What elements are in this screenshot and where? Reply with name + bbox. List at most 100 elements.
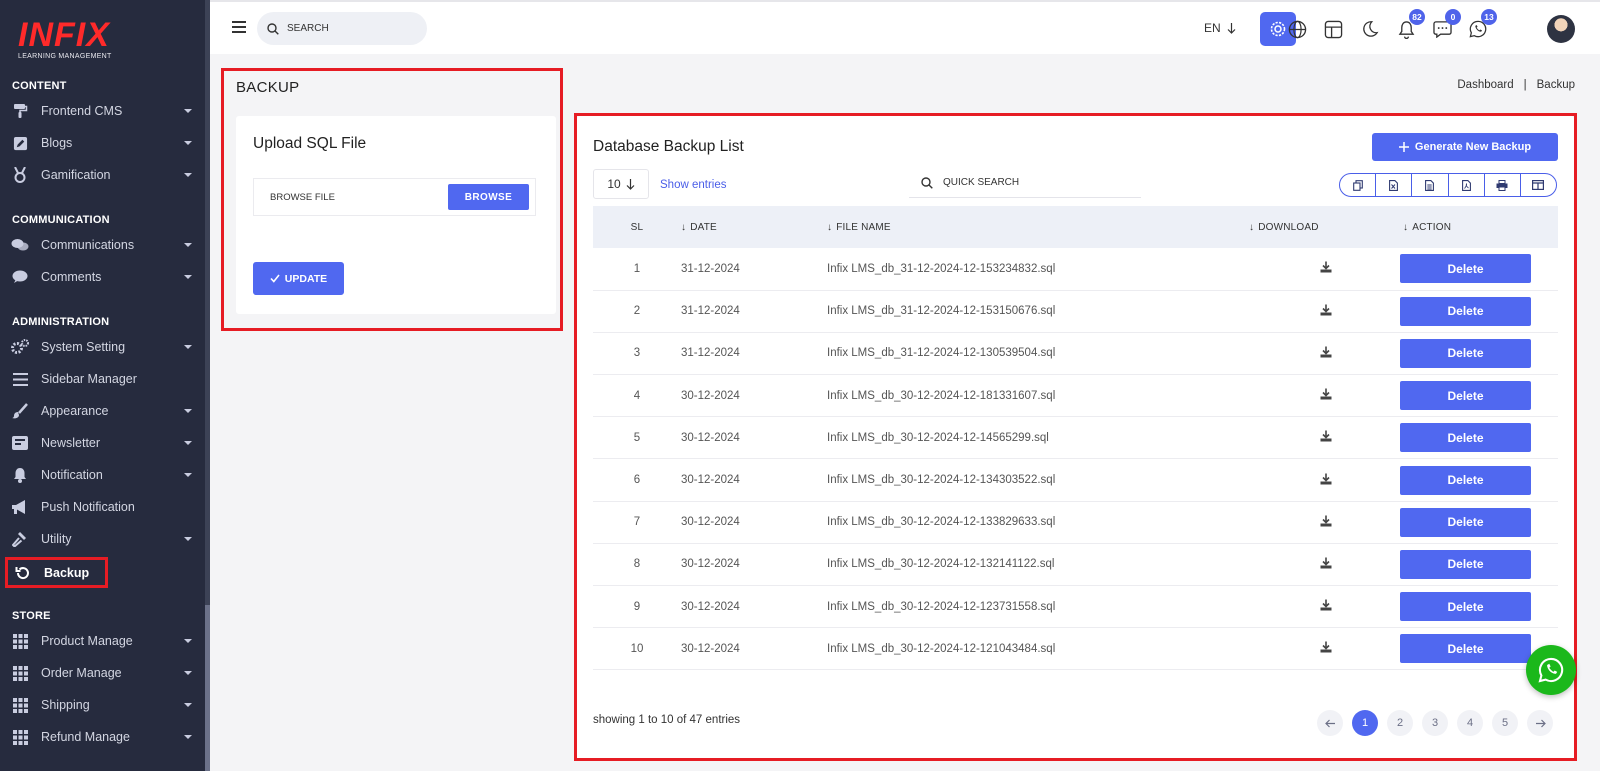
sidebar-item-label: Product Manage (41, 634, 133, 648)
sidebar-item-comments[interactable]: Comments (10, 265, 196, 289)
whatsapp-badge: 13 (1481, 9, 1497, 25)
bell-icon (10, 467, 30, 483)
sidebar-item-label: Frontend CMS (41, 104, 123, 118)
language-selector[interactable]: EN (1204, 21, 1236, 35)
sidebar-item-label: Order Manage (41, 666, 122, 680)
section-title-content: CONTENT (12, 80, 67, 92)
breadcrumb-separator: | (1523, 79, 1527, 91)
scrollbar-thumb[interactable] (205, 605, 210, 771)
sidebar-item-label: Shipping (41, 698, 90, 712)
whatsapp-chat-button[interactable] (1526, 645, 1576, 695)
sidebar-item-backup[interactable]: Backup (5, 557, 108, 588)
caret-down-icon (184, 735, 192, 739)
medal-icon (10, 167, 30, 183)
sidebar-item-system-setting[interactable]: System Setting (10, 335, 196, 359)
highlight-frame-upload (221, 68, 563, 331)
paint-roller-icon (10, 103, 30, 119)
gears-icon (10, 339, 30, 355)
sidebar-item-product-manage[interactable]: Product Manage (10, 629, 196, 653)
sidebar-item-label: Comments (41, 270, 102, 284)
caret-down-icon (184, 671, 192, 675)
sidebar-item-notification[interactable]: Notification (10, 463, 196, 487)
caret-down-icon (184, 441, 192, 445)
caret-down-icon (184, 537, 192, 541)
sidebar-item-shipping[interactable]: Shipping (10, 693, 196, 717)
caret-down-icon (184, 109, 192, 113)
caret-down-icon (184, 703, 192, 707)
sidebar-item-gamification[interactable]: Gamification (10, 163, 196, 187)
sidebar-item-utility[interactable]: Utility (10, 527, 196, 551)
layout-icon (1324, 20, 1342, 38)
restore-icon (13, 565, 33, 581)
sidebar-item-sidebar-manager[interactable]: Sidebar Manager (10, 367, 196, 391)
search-icon (267, 22, 279, 35)
brand-name: INFIX (18, 16, 110, 54)
grid-icon (10, 665, 30, 681)
breadcrumb-dashboard[interactable]: Dashboard (1457, 79, 1513, 91)
breadcrumb: Dashboard | Backup (1457, 79, 1575, 91)
message-badge: 0 (1445, 9, 1461, 25)
globe-button[interactable] (1287, 19, 1307, 39)
caret-down-icon (184, 275, 192, 279)
global-search[interactable] (257, 12, 427, 45)
sidebar-item-label: Push Notification (41, 500, 135, 514)
sidebar-item-communications[interactable]: Communications (10, 233, 196, 257)
grid-icon (10, 633, 30, 649)
caret-down-icon (184, 473, 192, 477)
brush-icon (10, 403, 30, 419)
language-label: EN (1204, 21, 1221, 35)
whatsapp-header-button[interactable]: 13 (1468, 9, 1497, 39)
chip-settings-icon (1270, 21, 1286, 37)
sidebar-item-refund-manage[interactable]: Refund Manage (10, 725, 196, 749)
sidebar-item-label: Utility (41, 532, 72, 546)
caret-down-icon (184, 409, 192, 413)
caret-down-icon (184, 173, 192, 177)
messages-button[interactable]: 0 (1432, 9, 1461, 39)
sidebar: INFIX LEARNING MANAGEMENT CONTENT Fronte… (0, 0, 210, 771)
newsletter-icon (10, 435, 30, 451)
sidebar-item-label: Newsletter (41, 436, 101, 450)
arrow-down-icon (1227, 22, 1236, 34)
breadcrumb-current: Backup (1536, 79, 1575, 91)
sidebar-item-label: Appearance (41, 404, 109, 418)
highlight-frame-backup-list (574, 113, 1577, 761)
globe-icon (1288, 20, 1306, 38)
caret-down-icon (184, 141, 192, 145)
sidebar-item-label: Backup (44, 565, 90, 580)
sidebar-item-label: Notification (41, 468, 103, 482)
user-avatar[interactable] (1547, 15, 1575, 43)
hammer-icon (10, 531, 30, 547)
sidebar-item-newsletter[interactable]: Newsletter (10, 431, 196, 455)
section-title-communication: COMMUNICATION (12, 214, 110, 226)
sidebar-item-push-notification[interactable]: Push Notification (10, 495, 196, 519)
caret-down-icon (184, 639, 192, 643)
sidebar-item-blogs[interactable]: Blogs (10, 131, 196, 155)
menu-toggle-icon[interactable] (232, 21, 246, 33)
sidebar-item-order-manage[interactable]: Order Manage (10, 661, 196, 685)
sidebar-item-label: Gamification (41, 168, 111, 182)
sidebar-item-label: Communications (41, 238, 135, 252)
dark-mode-button[interactable] (1360, 19, 1380, 39)
sidebar-item-label: Blogs (41, 136, 73, 150)
notification-badge: 82 (1409, 9, 1425, 25)
megaphone-icon (10, 499, 30, 515)
brand-tagline: LEARNING MANAGEMENT (18, 53, 112, 60)
brand-logo[interactable]: INFIX LEARNING MANAGEMENT (18, 18, 112, 60)
section-title-store: STORE (12, 610, 51, 622)
sidebar-item-label: System Setting (41, 340, 126, 354)
section-title-administration: ADMINISTRATION (12, 316, 110, 328)
comment-icon (10, 269, 30, 285)
search-input[interactable] (287, 23, 407, 34)
pencil-square-icon (10, 135, 30, 151)
sidebar-item-frontend-cms[interactable]: Frontend CMS (10, 99, 196, 123)
notifications-button[interactable]: 82 (1396, 9, 1425, 39)
sidebar-item-label: Sidebar Manager (41, 372, 137, 386)
top-header: EN 82 0 13 (210, 0, 1600, 54)
layout-button[interactable] (1323, 19, 1343, 39)
moon-icon (1363, 21, 1379, 37)
sidebar-scrollbar[interactable] (205, 0, 210, 771)
sidebar-item-appearance[interactable]: Appearance (10, 399, 196, 423)
bars-icon (10, 371, 30, 387)
caret-down-icon (184, 345, 192, 349)
grid-icon (10, 697, 30, 713)
